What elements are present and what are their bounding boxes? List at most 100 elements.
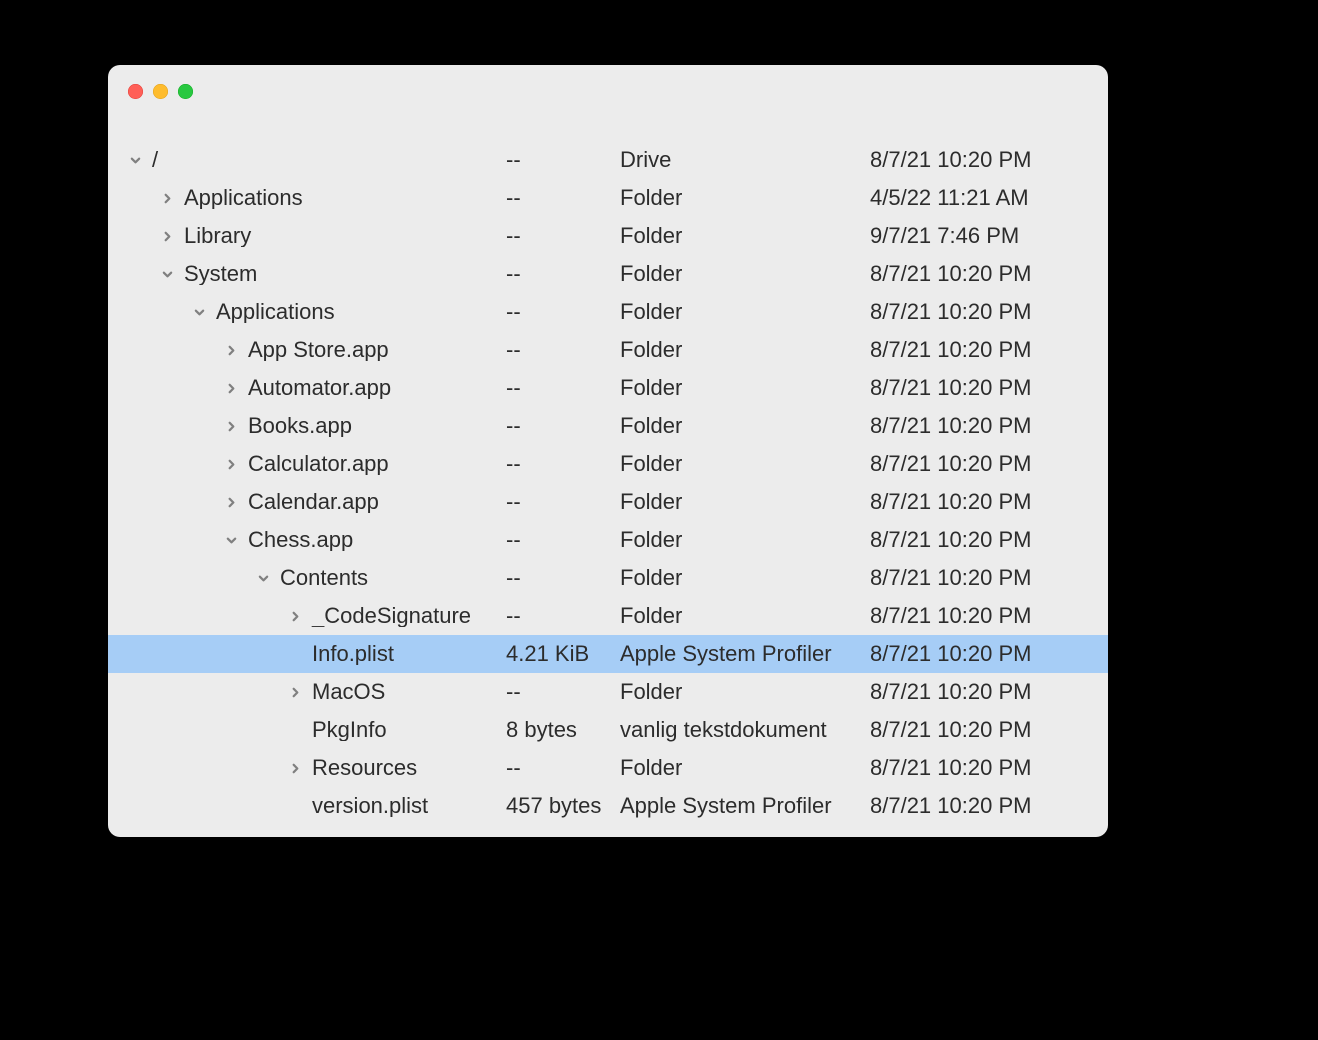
tree-row[interactable]: System--Folder8/7/21 10:20 PM [108,255,1108,293]
tree-row[interactable]: Calendar.app --Folder8/7/21 10:20 PM [108,483,1108,521]
date-cell: 8/7/21 10:20 PM [870,301,1084,323]
item-name: Info.plist [312,643,394,665]
chevron-right-icon[interactable] [222,341,240,359]
item-name: Calendar.app [248,491,379,513]
name-cell: Chess.app [126,529,506,551]
size-cell: -- [506,149,620,171]
kind-cell: Folder [620,263,870,285]
window-titlebar[interactable] [108,65,1108,117]
name-cell: _CodeSignature [126,605,506,627]
tree-row[interactable]: Library--Folder9/7/21 7:46 PM [108,217,1108,255]
tree-row[interactable]: Contents--Folder8/7/21 10:20 PM [108,559,1108,597]
size-cell: -- [506,377,620,399]
tree-row[interactable]: Applications--Folder4/5/22 11:21 AM [108,179,1108,217]
size-cell: 457 bytes [506,795,620,817]
tree-row[interactable]: Resources--Folder8/7/21 10:20 PM [108,749,1108,787]
tree-row[interactable]: Applications --Folder8/7/21 10:20 PM [108,293,1108,331]
tree-row[interactable]: version.plist457 bytesApple System Profi… [108,787,1108,825]
close-icon[interactable] [128,84,143,99]
kind-cell: Folder [620,225,870,247]
date-cell: 8/7/21 10:20 PM [870,263,1084,285]
kind-cell: Folder [620,567,870,589]
tree-row[interactable]: Info.plist4.21 KiBApple System Profiler8… [108,635,1108,673]
date-cell: 8/7/21 10:20 PM [870,795,1084,817]
item-name: App Store.app [248,339,389,361]
chevron-right-icon[interactable] [222,455,240,473]
size-cell: -- [506,453,620,475]
minimize-icon[interactable] [153,84,168,99]
chevron-right-icon[interactable] [222,493,240,511]
kind-cell: Folder [620,453,870,475]
item-name: Chess.app [248,529,353,551]
kind-cell: Folder [620,377,870,399]
tree-row[interactable]: App Store.app --Folder8/7/21 10:20 PM [108,331,1108,369]
tree-row[interactable]: /--Drive8/7/21 10:20 PM [108,141,1108,179]
date-cell: 8/7/21 10:20 PM [870,567,1084,589]
zoom-icon[interactable] [178,84,193,99]
chevron-down-icon[interactable] [190,303,208,321]
chevron-right-icon[interactable] [286,607,304,625]
kind-cell: Folder [620,681,870,703]
kind-cell: Folder [620,415,870,437]
kind-cell: Folder [620,301,870,323]
size-cell: -- [506,567,620,589]
item-name: Applications [184,187,303,209]
size-cell: -- [506,529,620,551]
size-cell: -- [506,301,620,323]
tree-row[interactable]: Automator.app--Folder8/7/21 10:20 PM [108,369,1108,407]
chevron-down-icon[interactable] [222,531,240,549]
item-name: Automator.app [248,377,391,399]
date-cell: 9/7/21 7:46 PM [870,225,1084,247]
item-name: / [152,149,158,171]
tree-row[interactable]: Chess.app--Folder8/7/21 10:20 PM [108,521,1108,559]
kind-cell: Apple System Profiler [620,643,870,665]
size-cell: -- [506,757,620,779]
tree-row[interactable]: MacOS--Folder8/7/21 10:20 PM [108,673,1108,711]
date-cell: 8/7/21 10:20 PM [870,643,1084,665]
item-name: Calculator.app [248,453,389,475]
name-cell: Calculator.app [126,453,506,475]
name-cell: Info.plist [126,643,506,665]
date-cell: 8/7/21 10:20 PM [870,415,1084,437]
chevron-down-icon[interactable] [126,151,144,169]
chevron-down-icon[interactable] [254,569,272,587]
item-name: version.plist [312,795,428,817]
tree-row[interactable]: Calculator.app--Folder8/7/21 10:20 PM [108,445,1108,483]
kind-cell: Folder [620,491,870,513]
file-tree[interactable]: /--Drive8/7/21 10:20 PMApplications--Fol… [108,117,1108,837]
date-cell: 8/7/21 10:20 PM [870,605,1084,627]
size-cell: -- [506,263,620,285]
tree-row[interactable]: _CodeSignature--Folder8/7/21 10:20 PM [108,597,1108,635]
chevron-right-icon[interactable] [158,227,176,245]
item-name: _CodeSignature [312,605,471,627]
name-cell: System [126,263,506,285]
kind-cell: Folder [620,339,870,361]
tree-row[interactable]: Books.app--Folder8/7/21 10:20 PM [108,407,1108,445]
item-name: Resources [312,757,417,779]
chevron-right-icon[interactable] [222,417,240,435]
size-cell: -- [506,491,620,513]
name-cell: App Store.app [126,339,506,361]
kind-cell: Folder [620,187,870,209]
name-cell: MacOS [126,681,506,703]
chevron-right-icon[interactable] [286,683,304,701]
tree-row[interactable]: PkgInfo8 bytesvanlig tekstdokument8/7/21… [108,711,1108,749]
chevron-right-icon[interactable] [286,759,304,777]
chevron-down-icon[interactable] [158,265,176,283]
size-cell: -- [506,681,620,703]
name-cell: Library [126,225,506,247]
date-cell: 8/7/21 10:20 PM [870,339,1084,361]
date-cell: 8/7/21 10:20 PM [870,491,1084,513]
name-cell: Calendar.app [126,491,506,513]
chevron-right-icon[interactable] [158,189,176,207]
kind-cell: Drive [620,149,870,171]
kind-cell: Folder [620,757,870,779]
name-cell: Contents [126,567,506,589]
name-cell: / [126,149,506,171]
kind-cell: Folder [620,529,870,551]
size-cell: -- [506,187,620,209]
item-name: Applications [216,301,335,323]
chevron-right-icon[interactable] [222,379,240,397]
kind-cell: Folder [620,605,870,627]
size-cell: -- [506,339,620,361]
